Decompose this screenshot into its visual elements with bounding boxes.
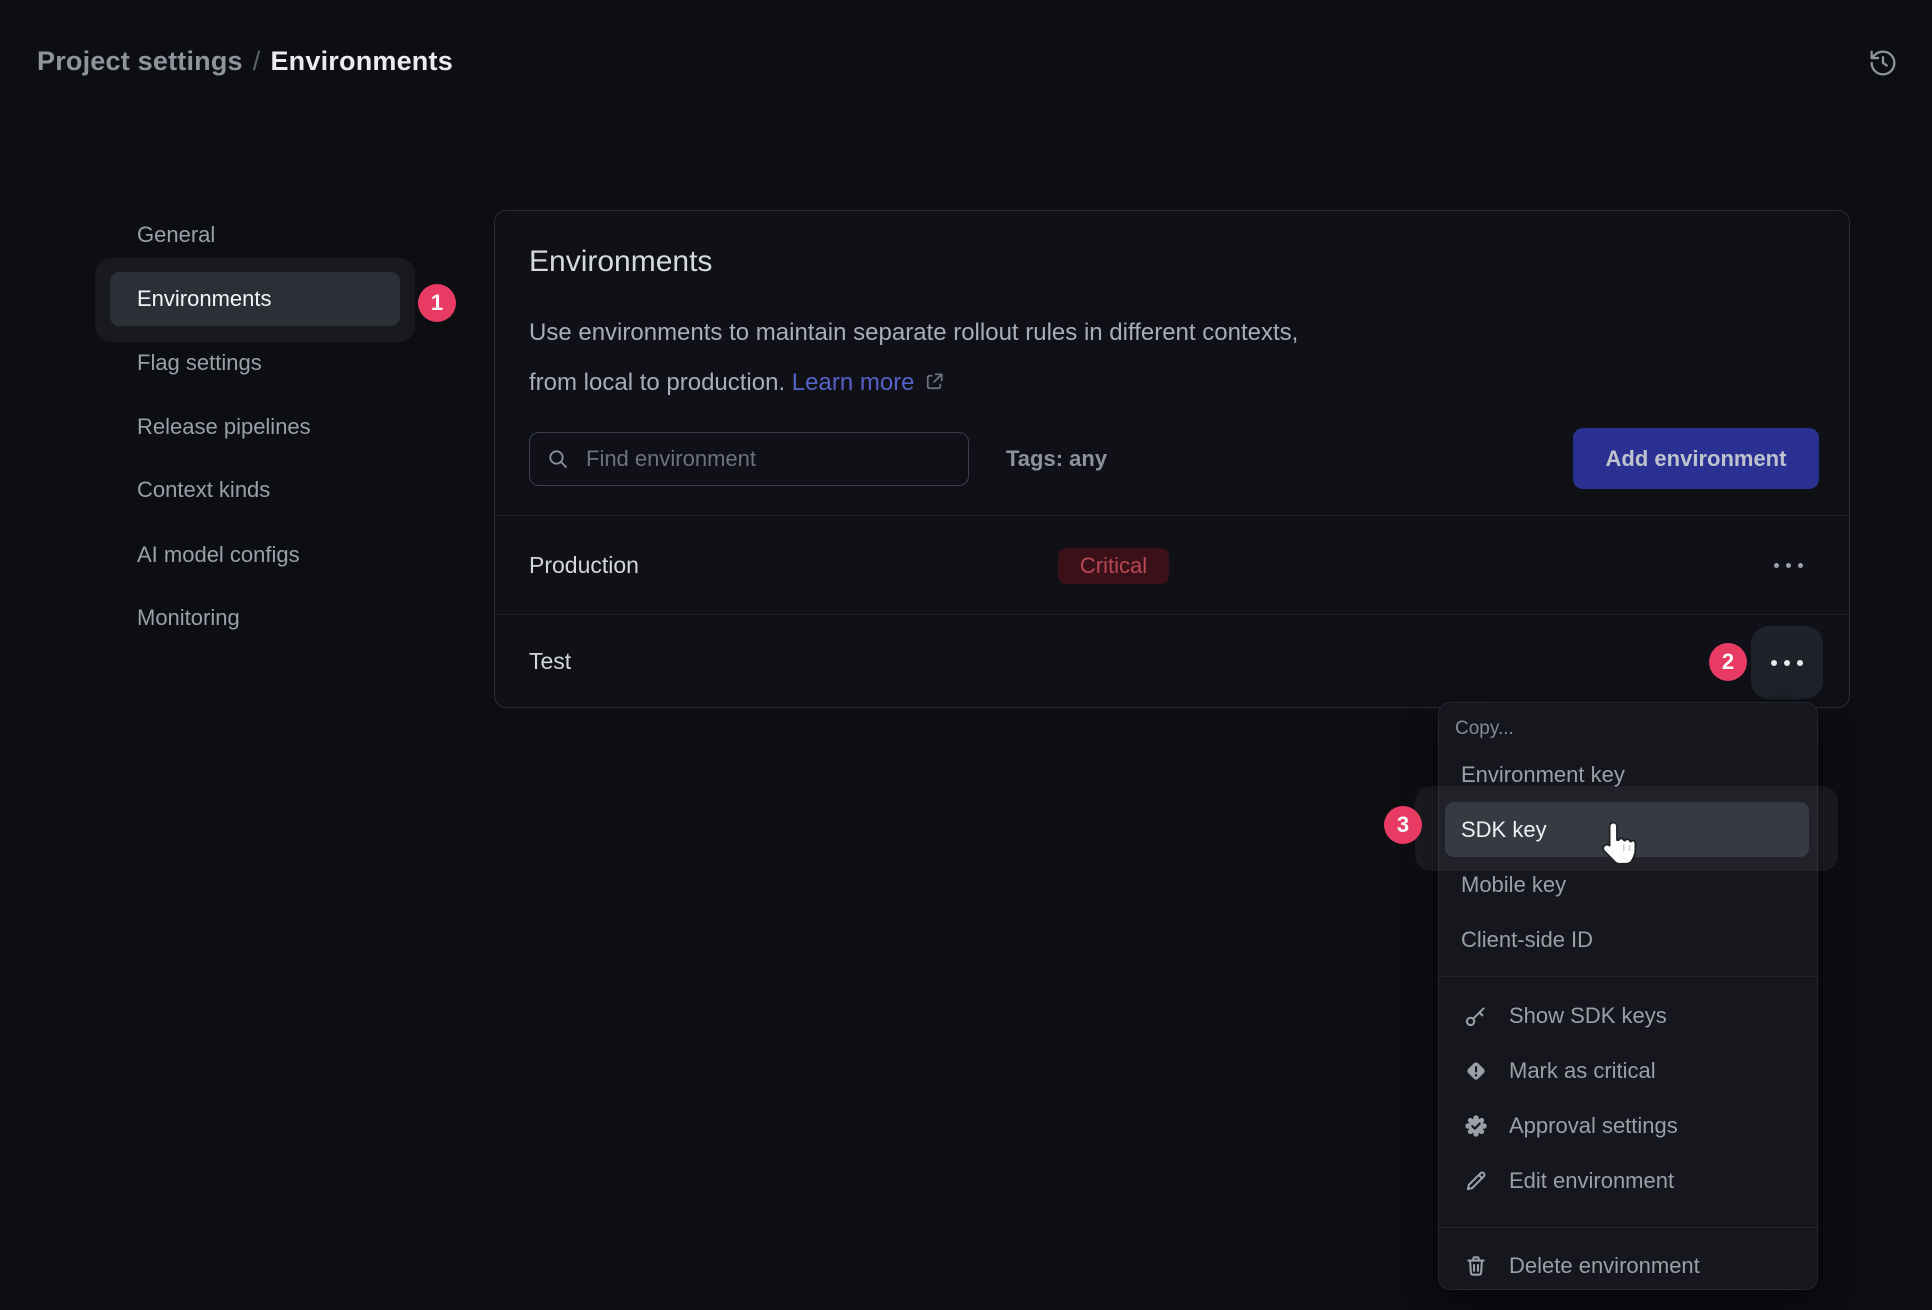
sidebar-item-environments[interactable]: Environments [137,282,272,316]
environment-context-menu: Copy... Environment key SDK key Mobile k… [1438,702,1818,1290]
history-button[interactable] [1862,42,1904,84]
menu-item-label: Delete environment [1509,1253,1700,1279]
annotation-step-3-badge: 3 [1384,806,1422,844]
search-environment-field[interactable] [529,432,969,486]
table-row-production[interactable]: Production [529,547,639,583]
edit-pencil-icon [1463,1168,1489,1194]
sidebar-item-monitoring[interactable]: Monitoring [137,600,240,636]
menu-item-client-side-id[interactable]: Client-side ID [1439,912,1817,967]
panel-title: Environments [529,245,712,279]
history-icon [1867,47,1899,79]
panel-description: Use environments to maintain separate ro… [529,308,1304,408]
menu-item-sdk-key-highlight[interactable]: SDK key [1445,802,1809,857]
sidebar-item-general[interactable]: General [137,217,215,253]
trash-icon [1463,1253,1489,1279]
environment-name: Production [529,552,639,579]
menu-group-label-copy: Copy... [1439,711,1817,747]
table-row-test[interactable]: Test [529,643,571,679]
menu-divider [1439,1227,1817,1228]
overflow-menu-icon [1774,563,1803,568]
environments-panel: Environments Use environments to maintai… [494,210,1850,708]
menu-item-edit-environment[interactable]: Edit environment [1439,1153,1817,1208]
menu-item-sdk-key[interactable]: SDK key [1439,802,1817,857]
sidebar-item-release-pipelines[interactable]: Release pipelines [137,409,311,445]
menu-item-label: Edit environment [1509,1168,1674,1194]
environment-name: Test [529,648,571,675]
menu-item-environment-key[interactable]: Environment key [1439,747,1817,802]
sidebar-item-ai-model-configs[interactable]: AI model configs [137,537,300,573]
annotation-step-2-badge: 2 [1709,643,1747,681]
breadcrumb-separator: / [253,46,261,76]
critical-diamond-icon [1463,1058,1489,1084]
critical-badge: Critical [1058,548,1169,584]
add-environment-button[interactable]: Add environment [1573,428,1819,489]
sidebar-item-flag-settings[interactable]: Flag settings [137,345,262,381]
menu-item-label: Show SDK keys [1509,1003,1667,1029]
breadcrumb-section[interactable]: Project settings [37,46,243,76]
external-link-icon [923,370,946,393]
search-icon [546,447,570,471]
search-input[interactable] [584,445,952,473]
menu-item-show-sdk-keys[interactable]: Show SDK keys [1439,988,1817,1043]
menu-item-label: Mark as critical [1509,1058,1656,1084]
menu-item-mark-as-critical[interactable]: Mark as critical [1439,1043,1817,1098]
menu-divider [1439,976,1817,977]
row-divider [495,614,1849,615]
approval-seal-icon [1463,1113,1489,1139]
menu-item-approval-settings[interactable]: Approval settings [1439,1098,1817,1153]
production-overflow-menu-button[interactable] [1766,561,1810,569]
menu-item-delete-environment[interactable]: Delete environment [1439,1238,1817,1293]
breadcrumb: Project settings / Environments [37,46,453,77]
annotation-step-1-badge: 1 [418,284,456,322]
key-icon [1463,1003,1489,1029]
tags-filter-button[interactable]: Tags: any [1006,432,1107,486]
row-divider [495,515,1849,516]
learn-more-link[interactable]: Learn more [792,369,946,396]
menu-item-label: Approval settings [1509,1113,1678,1139]
test-overflow-menu-button[interactable] [1751,626,1823,699]
menu-item-mobile-key[interactable]: Mobile key [1439,857,1817,912]
sidebar-item-context-kinds[interactable]: Context kinds [137,472,270,508]
page-title: Environments [270,46,452,76]
overflow-menu-icon [1771,660,1803,666]
